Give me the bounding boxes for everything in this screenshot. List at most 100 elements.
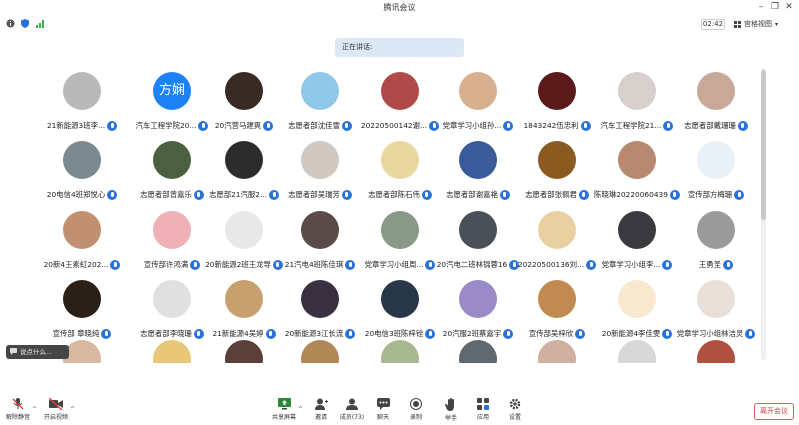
invite-button[interactable]: 邀请	[307, 398, 335, 424]
info-icon[interactable]	[6, 19, 15, 28]
avatar	[63, 211, 101, 249]
participant-name-row: 汽车工程学院21...	[592, 115, 682, 131]
participant-tile[interactable]	[355, 331, 445, 363]
participant-tile[interactable]: 宣传部 章晓纯	[37, 271, 127, 339]
participant-tile[interactable]	[512, 331, 602, 363]
minimize-icon[interactable]: –	[755, 1, 767, 13]
avatar	[618, 72, 656, 110]
avatar	[538, 141, 576, 179]
participant-name: 20220500142谢...	[360, 121, 428, 130]
participant-grid: 21新能源3班李... 方娴 汽车工程学院20... 20汽营马建爽 志愿者部沈佳雪 20…	[0, 63, 760, 363]
avatar	[697, 141, 735, 179]
participant-name: 宣传部方梅珊	[687, 190, 733, 199]
speaking-indicator: 正在讲话:	[335, 38, 464, 57]
participant-tile[interactable]: 志愿者部戴珊珊	[671, 63, 760, 131]
members-button[interactable]: 成员(73)	[338, 398, 366, 424]
participant-tile[interactable]: 21汽电4班陈佳琪	[275, 202, 365, 270]
avatar	[381, 340, 419, 363]
mic-icon	[110, 259, 121, 270]
avatar	[153, 141, 191, 179]
meeting-window: 腾讯会议 – ❐ ✕ 02:42 宫格视图 ▾ 正在讲话: 21新能源3班李..…	[0, 0, 799, 425]
share-screen-label: 共享屏幕	[271, 414, 296, 421]
participant-tile[interactable]: 21新能源3班李...	[37, 63, 127, 131]
chat-button[interactable]: 聊天	[369, 398, 397, 424]
participant-tile[interactable]: 党章学习小组林洁灵	[671, 271, 760, 339]
participant-name: 志愿者部戴珊珊	[684, 121, 736, 130]
mic-icon	[341, 189, 352, 200]
participant-tile[interactable]: 20220500142谢...	[355, 63, 445, 131]
scrollbar-thumb[interactable]	[761, 70, 766, 220]
mic-icon	[107, 189, 118, 200]
mic-icon	[723, 259, 734, 270]
participant-tile[interactable]: 志愿者部沈佳雪	[275, 63, 365, 131]
participant-name-row: 20220500142谢...	[355, 115, 445, 131]
unmute-label: 解除静音	[5, 414, 30, 421]
avatar	[153, 211, 191, 249]
avatar	[225, 72, 263, 110]
share-options-chevron-icon[interactable]: ^	[298, 406, 303, 413]
participant-tile[interactable]: 宣传部吴梓欣	[512, 271, 602, 339]
start-video-button[interactable]: 开启视频	[42, 398, 70, 424]
participant-tile[interactable]: 志愿者部吴瑞芳	[275, 132, 365, 200]
mic-icon	[737, 120, 748, 131]
raise-hand-label: 举手	[444, 415, 457, 422]
participant-tile[interactable]: 志愿者部谢嘉艳	[433, 132, 523, 200]
participant-name-row: 陈晓琳20220060439	[592, 184, 682, 200]
signal-icon[interactable]	[36, 19, 45, 28]
participant-tile[interactable]: 党章学习小组周...	[355, 202, 445, 270]
mic-icon	[499, 189, 510, 200]
participant-tile[interactable]: 20新4王素虹202...	[37, 202, 127, 270]
participant-tile[interactable]: 党章学习小组孙...	[433, 63, 523, 131]
record-button[interactable]: 录制	[402, 398, 430, 424]
participant-tile[interactable]: 20电信4班郑悦心	[37, 132, 127, 200]
participant-tile[interactable]	[433, 331, 523, 363]
add-user-icon	[314, 398, 328, 410]
avatar	[63, 72, 101, 110]
participant-tile[interactable]	[671, 331, 760, 363]
participant-tile[interactable]: 20汽电二班林锦蓉16	[433, 202, 523, 270]
participant-tile[interactable]: 20220500136刘...	[512, 202, 602, 270]
participant-tile[interactable]	[592, 331, 682, 363]
apps-button[interactable]: 应用	[469, 398, 497, 424]
participant-tile[interactable]: 20汽服2班蔡嘉宇	[433, 271, 523, 339]
participant-name-row: 20220500136刘...	[512, 254, 602, 270]
view-switch-button[interactable]: 宫格视图 ▾	[731, 19, 795, 30]
mic-icon	[578, 189, 589, 200]
raise-hand-button[interactable]: 举手	[437, 398, 465, 424]
participant-tile[interactable]: 20新能源3江长流	[275, 271, 365, 339]
close-icon[interactable]: ✕	[783, 1, 795, 13]
avatar	[381, 211, 419, 249]
participant-tile[interactable]: 20新能源4李佳雯	[592, 271, 682, 339]
mic-options-chevron-icon[interactable]: ^	[32, 406, 37, 413]
avatar	[301, 280, 339, 318]
restore-icon[interactable]: ❐	[769, 1, 781, 13]
settings-button[interactable]: 设置	[501, 398, 529, 424]
apps-icon	[477, 398, 489, 410]
avatar	[538, 211, 576, 249]
participant-tile[interactable]: 汽车工程学院21...	[592, 63, 682, 131]
video-options-chevron-icon[interactable]: ^	[70, 406, 75, 413]
participant-tile[interactable]: 宣传部方梅珊	[671, 132, 760, 200]
participant-name-row: 党章学习小组周...	[355, 254, 445, 270]
participant-tile[interactable]: 志愿者部张佩君	[512, 132, 602, 200]
share-screen-button[interactable]: 共享屏幕	[270, 398, 298, 424]
unmute-button[interactable]: 解除静音	[4, 398, 32, 424]
participant-name: 志愿者部吴瑞芳	[288, 190, 340, 199]
members-icon	[346, 398, 358, 410]
chat-label: 聊天	[376, 414, 389, 421]
participant-tile[interactable]: 陈晓琳20220060439	[592, 132, 682, 200]
leave-meeting-button[interactable]: 离开会议	[754, 403, 794, 420]
view-switch-label: 宫格视图	[744, 20, 772, 28]
participant-name: 党章学习小组李...	[601, 260, 661, 269]
participant-tile[interactable]: 党章学习小组李...	[592, 202, 682, 270]
avatar	[459, 72, 497, 110]
participant-tile[interactable]: 1843242伍忠利	[512, 63, 602, 131]
participant-name: 20220500136刘...	[517, 260, 585, 269]
gear-icon	[509, 398, 521, 410]
participant-tile[interactable]: 志愿者部陈石伟	[355, 132, 445, 200]
participant-tile[interactable]: 王勇圣	[671, 202, 760, 270]
shield-icon[interactable]	[21, 19, 29, 28]
chat-quick-input[interactable]: 说点什么...	[6, 345, 69, 359]
participant-tile[interactable]: 20电信3班陈梓铨	[355, 271, 445, 339]
participant-tile[interactable]	[275, 331, 365, 363]
